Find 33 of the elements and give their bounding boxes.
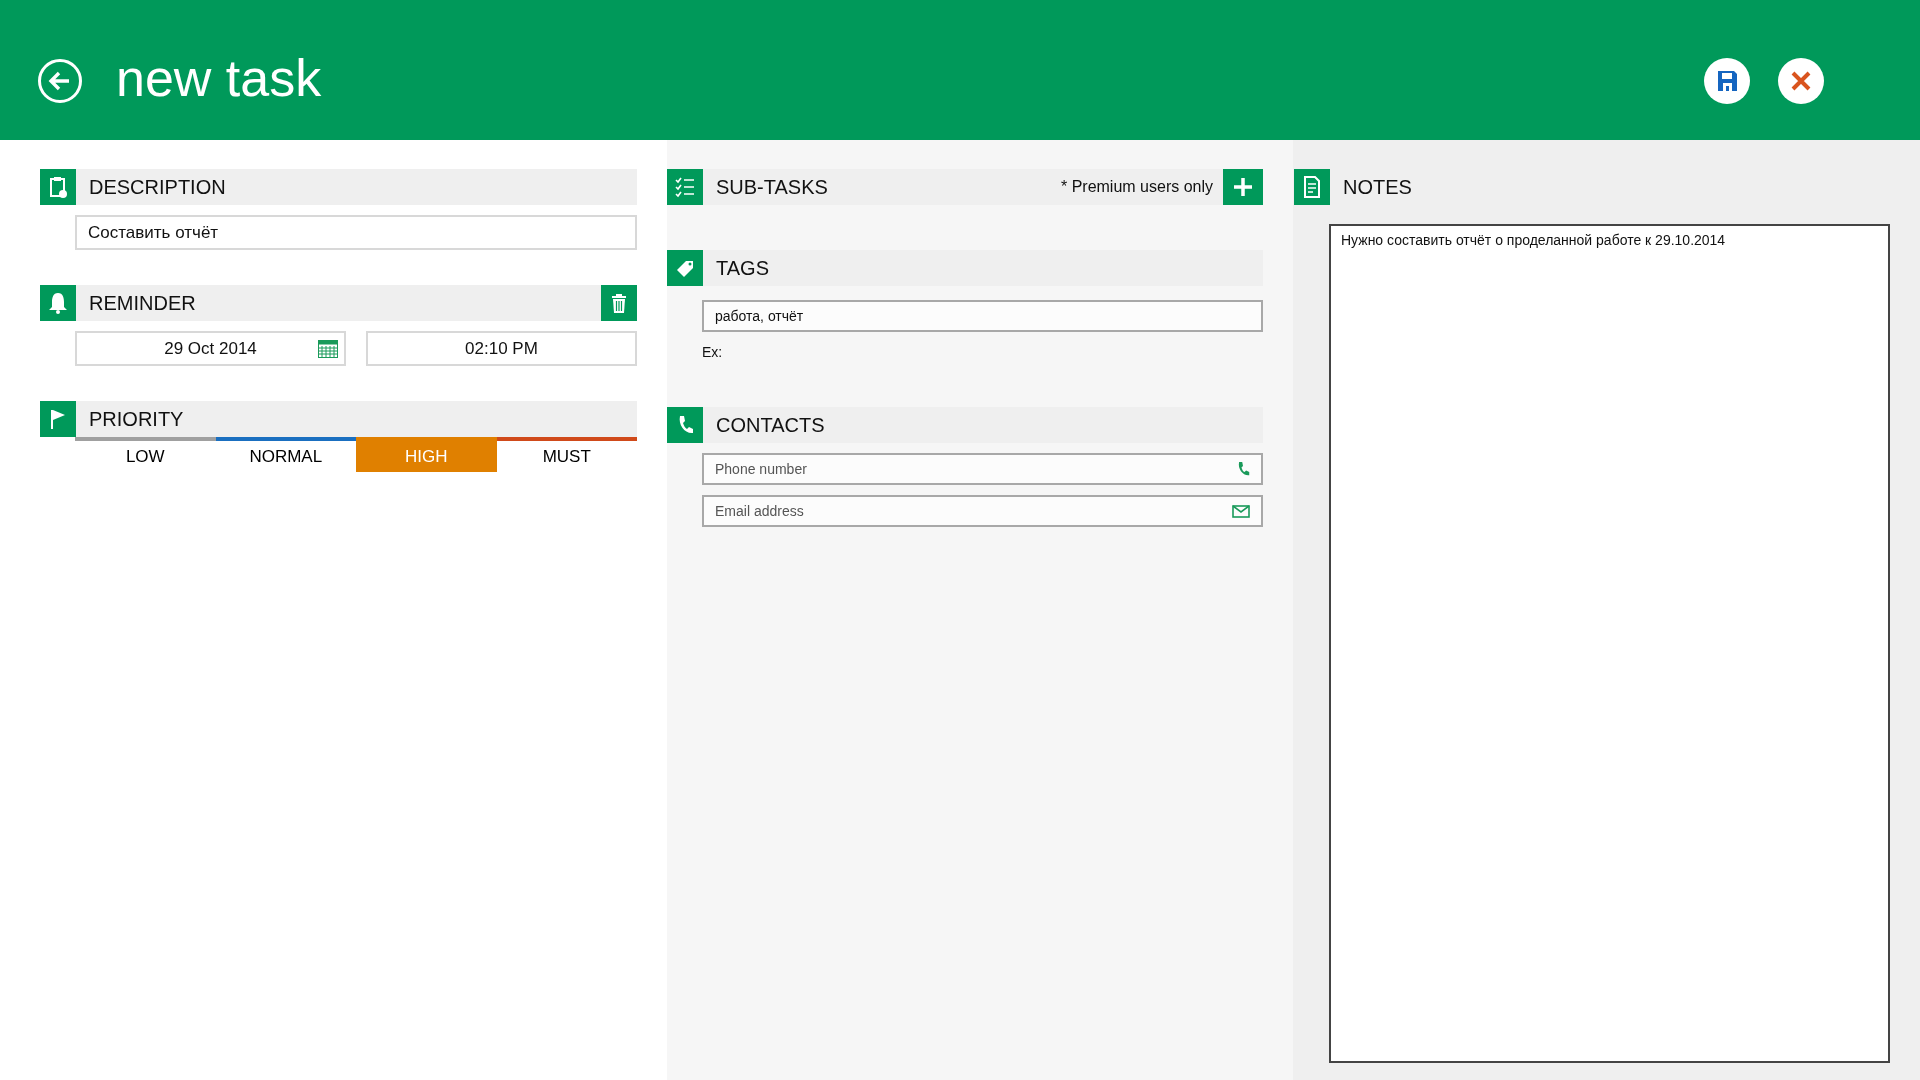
close-button[interactable] <box>1778 58 1824 104</box>
tags-field[interactable]: работа, отчёт <box>702 300 1263 332</box>
delete-button[interactable] <box>601 285 637 321</box>
save-button[interactable] <box>1704 58 1750 104</box>
section-title: CONTACTS <box>716 413 826 437</box>
page-title: new task <box>116 48 323 109</box>
calendar-icon <box>318 340 338 358</box>
back-button[interactable] <box>38 59 82 103</box>
section-title: REMINDER <box>89 291 197 315</box>
email-field[interactable]: Email address <box>702 495 1263 527</box>
envelope-icon <box>1232 504 1250 518</box>
phone-field[interactable]: Phone number <box>702 453 1263 485</box>
section-title: SUB-TASKS <box>716 175 829 199</box>
close-icon <box>1789 69 1813 93</box>
notes-field[interactable]: Нужно составить отчёт о проделанной работе к 29.10.2014 <box>1329 224 1890 1063</box>
priority-option[interactable]: MUST <box>496 437 637 472</box>
section-title: TAGS <box>716 256 770 280</box>
clipboard-icon <box>40 169 76 205</box>
date-field[interactable]: 29 Oct 2014 <box>75 331 346 366</box>
example-label: Ex: <box>702 344 724 360</box>
save-icon <box>1715 69 1739 93</box>
premium-note: * Premium users only <box>1060 178 1213 196</box>
section-title: PRIORITY <box>89 407 185 431</box>
section-title: DESCRIPTION <box>89 175 227 199</box>
flag-icon <box>40 401 76 437</box>
priority-option[interactable]: LOW <box>75 437 216 472</box>
section-title: NOTES <box>1343 175 1413 199</box>
bell-icon <box>40 285 76 321</box>
add-button[interactable] <box>1223 169 1263 205</box>
priority-option[interactable]: NORMAL <box>215 437 356 472</box>
time-field[interactable]: 02:10 PM <box>366 331 637 366</box>
phone-icon <box>1236 460 1250 478</box>
description-field[interactable]: Составить отчёт <box>75 215 637 250</box>
